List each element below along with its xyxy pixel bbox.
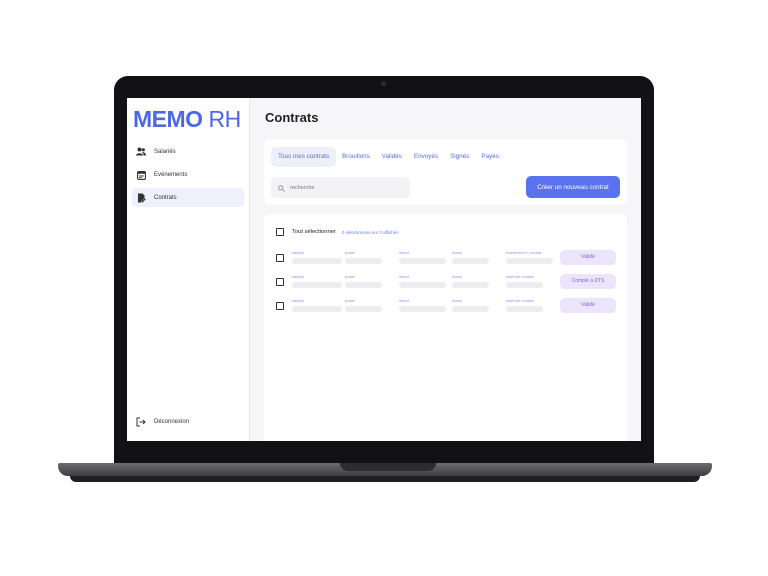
sidebar-nav: Salariés Evénements Contrats bbox=[132, 142, 244, 207]
laptop-base bbox=[58, 463, 712, 476]
laptop-lid: MEMO RH Salariés Evénements Contrats Déc… bbox=[114, 76, 654, 472]
contract-list: Tout sélectionner 0 sélectionnés sur 3 a… bbox=[264, 214, 627, 441]
scene: MEMO RH Salariés Evénements Contrats Déc… bbox=[0, 0, 768, 576]
tab-envoyes[interactable]: Envoyés bbox=[408, 147, 444, 167]
field-salarie: salarié bbox=[292, 298, 342, 312]
main-content: Contrats Tous mes contrats Brouillons Va… bbox=[250, 98, 641, 441]
table-row[interactable]: salarié poste début durée objet du contr… bbox=[276, 272, 616, 296]
row-checkbox[interactable] bbox=[276, 302, 284, 310]
row-checkbox[interactable] bbox=[276, 254, 284, 262]
laptop-base-shadow bbox=[70, 476, 700, 482]
laptop-notch bbox=[340, 463, 436, 471]
laptop-screen: MEMO RH Salariés Evénements Contrats Déc… bbox=[127, 98, 641, 441]
logout-label: Déconnexion bbox=[154, 418, 190, 425]
sidebar-item-salaries[interactable]: Salariés bbox=[132, 142, 244, 161]
selection-count: 0 sélectionnés sur 3 affichés bbox=[341, 229, 399, 235]
filter-card: Tous mes contrats Brouillons Validés Env… bbox=[264, 139, 627, 205]
sidebar-item-contrats[interactable]: Contrats bbox=[132, 188, 244, 207]
create-contract-button[interactable]: Créer un nouveau contrat bbox=[526, 176, 620, 198]
field-salarie: salarié bbox=[292, 274, 342, 288]
logout-icon bbox=[136, 417, 146, 427]
select-all-label: Tout sélectionner bbox=[292, 229, 336, 235]
table-row[interactable]: salarié poste début durée objet du contr… bbox=[276, 296, 616, 320]
table-row[interactable]: salarié poste début durée évènement / co… bbox=[276, 248, 616, 272]
calendar-icon bbox=[136, 170, 146, 180]
tab-payes[interactable]: Payés bbox=[475, 147, 505, 167]
sidebar-item-evenements[interactable]: Evénements bbox=[132, 165, 244, 184]
sidebar-item-label: Contrats bbox=[154, 194, 177, 201]
row-checkbox[interactable] bbox=[276, 278, 284, 286]
field-debut: début bbox=[399, 250, 446, 264]
app-logo: MEMO RH bbox=[133, 106, 241, 132]
status-badge[interactable]: Compté à DTS bbox=[560, 274, 616, 289]
search-box bbox=[271, 177, 410, 198]
field-motif: objet du contrat bbox=[506, 274, 543, 288]
search-input[interactable] bbox=[290, 184, 400, 191]
field-debut: début bbox=[399, 298, 446, 312]
tab-tous-mes-contrats[interactable]: Tous mes contrats bbox=[271, 147, 337, 167]
field-salarie: salarié bbox=[292, 250, 342, 264]
select-all-checkbox[interactable] bbox=[276, 228, 284, 236]
tab-valides[interactable]: Validés bbox=[376, 147, 408, 167]
people-icon bbox=[136, 147, 146, 157]
page-title: Contrats bbox=[265, 110, 319, 125]
sidebar-item-label: Salariés bbox=[154, 148, 176, 155]
field-duree: durée bbox=[452, 298, 489, 312]
select-all-row: Tout sélectionner 0 sélectionnés sur 3 a… bbox=[276, 226, 615, 238]
tab-brouillons[interactable]: Brouillons bbox=[336, 147, 376, 167]
field-poste: poste bbox=[345, 274, 382, 288]
field-duree: durée bbox=[452, 250, 489, 264]
field-poste: poste bbox=[345, 250, 382, 264]
status-badge[interactable]: Validé bbox=[560, 250, 616, 265]
contract-icon bbox=[136, 193, 146, 203]
camera-icon bbox=[381, 81, 386, 86]
field-poste: poste bbox=[345, 298, 382, 312]
field-duree: durée bbox=[452, 274, 489, 288]
sidebar-item-label: Evénements bbox=[154, 171, 188, 178]
contract-tabs: Tous mes contrats Brouillons Validés Env… bbox=[271, 147, 620, 167]
sidebar: MEMO RH Salariés Evénements Contrats Déc… bbox=[127, 98, 250, 441]
field-motif: objet du contrat bbox=[506, 298, 543, 312]
search-icon bbox=[278, 179, 285, 197]
status-badge[interactable]: Validé bbox=[560, 298, 616, 313]
field-debut: début bbox=[399, 274, 446, 288]
field-motif: évènement / contrat bbox=[506, 250, 553, 264]
logout-button[interactable]: Déconnexion bbox=[132, 412, 189, 431]
tab-signes[interactable]: Signés bbox=[444, 147, 475, 167]
